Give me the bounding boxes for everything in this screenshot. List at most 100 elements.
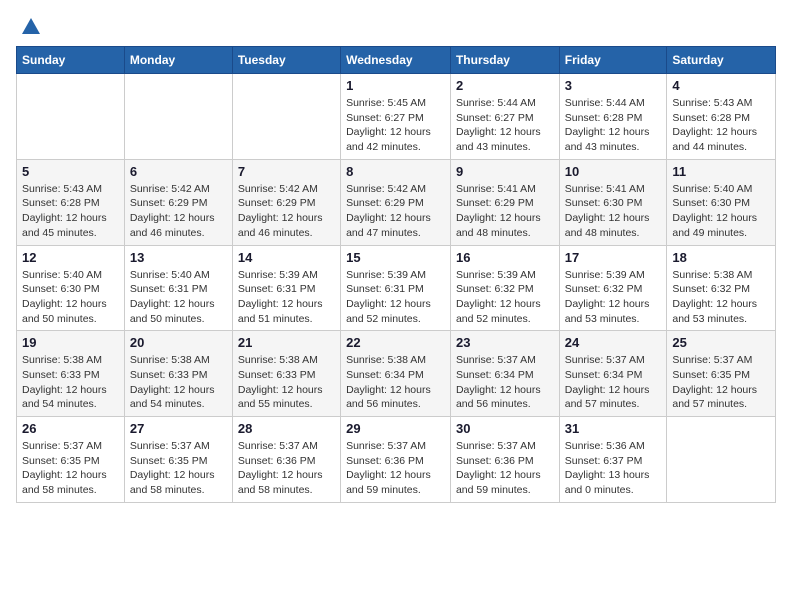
calendar-cell: 24 Sunrise: 5:37 AMSunset: 6:34 PMDayligh… <box>559 331 667 417</box>
day-number: 5 <box>22 164 119 179</box>
day-info: Sunrise: 5:44 AMSunset: 6:28 PMDaylight:… <box>565 96 662 155</box>
calendar-cell <box>667 417 776 503</box>
day-number: 2 <box>456 78 554 93</box>
day-info: Sunrise: 5:39 AMSunset: 6:32 PMDaylight:… <box>456 268 554 327</box>
day-number: 9 <box>456 164 554 179</box>
day-info: Sunrise: 5:42 AMSunset: 6:29 PMDaylight:… <box>130 182 227 241</box>
day-number: 11 <box>672 164 770 179</box>
logo-icon <box>20 16 42 38</box>
weekday-header-tuesday: Tuesday <box>232 47 340 74</box>
calendar-cell: 26 Sunrise: 5:37 AMSunset: 6:35 PMDayligh… <box>17 417 125 503</box>
day-number: 17 <box>565 250 662 265</box>
day-info: Sunrise: 5:38 AMSunset: 6:33 PMDaylight:… <box>130 353 227 412</box>
weekday-header-thursday: Thursday <box>450 47 559 74</box>
day-number: 16 <box>456 250 554 265</box>
day-number: 6 <box>130 164 227 179</box>
calendar-cell: 12Sunrise: 5:40 AMSunset: 6:30 PMDayligh… <box>17 245 125 331</box>
day-info: Sunrise: 5:43 AMSunset: 6:28 PMDaylight:… <box>22 182 119 241</box>
calendar-cell: 23 Sunrise: 5:37 AMSunset: 6:34 PMDayligh… <box>450 331 559 417</box>
weekday-header-saturday: Saturday <box>667 47 776 74</box>
day-number: 30 <box>456 421 554 436</box>
day-info: Sunrise: 5:39 AMSunset: 6:32 PMDaylight:… <box>565 268 662 327</box>
day-number: 23 <box>456 335 554 350</box>
day-info: Sunrise: 5:38 AMSunset: 6:32 PMDaylight:… <box>672 268 770 327</box>
calendar-cell: 22 Sunrise: 5:38 AMSunset: 6:34 PMDayligh… <box>341 331 451 417</box>
day-number: 13 <box>130 250 227 265</box>
calendar-cell: 1 Sunrise: 5:45 AMSunset: 6:27 PMDaylight… <box>341 74 451 160</box>
calendar-cell: 4 Sunrise: 5:43 AMSunset: 6:28 PMDaylight… <box>667 74 776 160</box>
day-info: Sunrise: 5:37 AMSunset: 6:34 PMDaylight:… <box>456 353 554 412</box>
day-info: Sunrise: 5:40 AMSunset: 6:31 PMDaylight:… <box>130 268 227 327</box>
day-number: 21 <box>238 335 335 350</box>
calendar-cell: 17 Sunrise: 5:39 AMSunset: 6:32 PMDayligh… <box>559 245 667 331</box>
day-number: 14 <box>238 250 335 265</box>
day-number: 20 <box>130 335 227 350</box>
page-header <box>16 16 776 38</box>
calendar-cell: 5 Sunrise: 5:43 AMSunset: 6:28 PMDaylight… <box>17 159 125 245</box>
day-number: 22 <box>346 335 445 350</box>
day-info: Sunrise: 5:37 AMSunset: 6:35 PMDaylight:… <box>130 439 227 498</box>
calendar-cell: 29Sunrise: 5:37 AMSunset: 6:36 PMDayligh… <box>341 417 451 503</box>
calendar-cell: 10 Sunrise: 5:41 AMSunset: 6:30 PMDayligh… <box>559 159 667 245</box>
calendar-cell: 11 Sunrise: 5:40 AMSunset: 6:30 PMDayligh… <box>667 159 776 245</box>
day-info: Sunrise: 5:42 AMSunset: 6:29 PMDaylight:… <box>238 182 335 241</box>
day-number: 29 <box>346 421 445 436</box>
calendar-cell <box>232 74 340 160</box>
calendar-table: SundayMondayTuesdayWednesdayThursdayFrid… <box>16 46 776 503</box>
weekday-header-friday: Friday <box>559 47 667 74</box>
day-info: Sunrise: 5:40 AMSunset: 6:30 PMDaylight:… <box>22 268 119 327</box>
day-number: 4 <box>672 78 770 93</box>
calendar-cell: 14 Sunrise: 5:39 AMSunset: 6:31 PMDayligh… <box>232 245 340 331</box>
calendar-cell: 20 Sunrise: 5:38 AMSunset: 6:33 PMDayligh… <box>124 331 232 417</box>
calendar-cell: 19 Sunrise: 5:38 AMSunset: 6:33 PMDayligh… <box>17 331 125 417</box>
day-number: 3 <box>565 78 662 93</box>
day-info: Sunrise: 5:37 AMSunset: 6:35 PMDaylight:… <box>22 439 119 498</box>
calendar-cell: 31Sunrise: 5:36 AMSunset: 6:37 PMDayligh… <box>559 417 667 503</box>
day-info: Sunrise: 5:45 AMSunset: 6:27 PMDaylight:… <box>346 96 445 155</box>
day-info: Sunrise: 5:41 AMSunset: 6:30 PMDaylight:… <box>565 182 662 241</box>
day-info: Sunrise: 5:38 AMSunset: 6:33 PMDaylight:… <box>238 353 335 412</box>
day-info: Sunrise: 5:38 AMSunset: 6:34 PMDaylight:… <box>346 353 445 412</box>
day-info: Sunrise: 5:39 AMSunset: 6:31 PMDaylight:… <box>238 268 335 327</box>
day-number: 18 <box>672 250 770 265</box>
calendar-cell: 3 Sunrise: 5:44 AMSunset: 6:28 PMDaylight… <box>559 74 667 160</box>
calendar-cell: 27 Sunrise: 5:37 AMSunset: 6:35 PMDayligh… <box>124 417 232 503</box>
calendar-cell: 6 Sunrise: 5:42 AMSunset: 6:29 PMDaylight… <box>124 159 232 245</box>
day-number: 10 <box>565 164 662 179</box>
calendar-cell: 8 Sunrise: 5:42 AMSunset: 6:29 PMDaylight… <box>341 159 451 245</box>
day-number: 24 <box>565 335 662 350</box>
day-number: 15 <box>346 250 445 265</box>
day-info: Sunrise: 5:44 AMSunset: 6:27 PMDaylight:… <box>456 96 554 155</box>
day-info: Sunrise: 5:37 AMSunset: 6:35 PMDaylight:… <box>672 353 770 412</box>
day-info: Sunrise: 5:37 AMSunset: 6:34 PMDaylight:… <box>565 353 662 412</box>
calendar-cell <box>124 74 232 160</box>
weekday-header-wednesday: Wednesday <box>341 47 451 74</box>
calendar-cell: 21 Sunrise: 5:38 AMSunset: 6:33 PMDayligh… <box>232 331 340 417</box>
day-info: Sunrise: 5:37 AMSunset: 6:36 PMDaylight:… <box>456 439 554 498</box>
day-number: 28 <box>238 421 335 436</box>
day-info: Sunrise: 5:42 AMSunset: 6:29 PMDaylight:… <box>346 182 445 241</box>
day-number: 19 <box>22 335 119 350</box>
calendar-cell: 16 Sunrise: 5:39 AMSunset: 6:32 PMDayligh… <box>450 245 559 331</box>
calendar-cell: 2 Sunrise: 5:44 AMSunset: 6:27 PMDaylight… <box>450 74 559 160</box>
calendar-cell: 13 Sunrise: 5:40 AMSunset: 6:31 PMDayligh… <box>124 245 232 331</box>
day-info: Sunrise: 5:40 AMSunset: 6:30 PMDaylight:… <box>672 182 770 241</box>
day-number: 31 <box>565 421 662 436</box>
calendar-cell: 9 Sunrise: 5:41 AMSunset: 6:29 PMDaylight… <box>450 159 559 245</box>
day-number: 26 <box>22 421 119 436</box>
day-number: 8 <box>346 164 445 179</box>
calendar-cell: 30 Sunrise: 5:37 AMSunset: 6:36 PMDayligh… <box>450 417 559 503</box>
calendar-cell: 28 Sunrise: 5:37 AMSunset: 6:36 PMDayligh… <box>232 417 340 503</box>
day-info: Sunrise: 5:43 AMSunset: 6:28 PMDaylight:… <box>672 96 770 155</box>
weekday-header-sunday: Sunday <box>17 47 125 74</box>
day-number: 27 <box>130 421 227 436</box>
calendar-cell: 18 Sunrise: 5:38 AMSunset: 6:32 PMDayligh… <box>667 245 776 331</box>
day-info: Sunrise: 5:38 AMSunset: 6:33 PMDaylight:… <box>22 353 119 412</box>
day-info: Sunrise: 5:41 AMSunset: 6:29 PMDaylight:… <box>456 182 554 241</box>
calendar-cell: 25Sunrise: 5:37 AMSunset: 6:35 PMDayligh… <box>667 331 776 417</box>
calendar-cell <box>17 74 125 160</box>
day-number: 7 <box>238 164 335 179</box>
day-number: 1 <box>346 78 445 93</box>
day-info: Sunrise: 5:37 AMSunset: 6:36 PMDaylight:… <box>238 439 335 498</box>
calendar-cell: 15Sunrise: 5:39 AMSunset: 6:31 PMDayligh… <box>341 245 451 331</box>
